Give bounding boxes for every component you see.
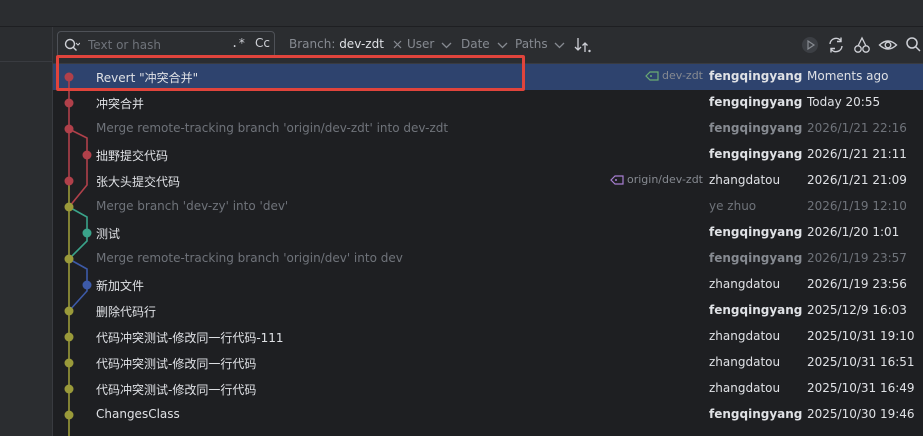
- branch-ref-label: dev-zdt: [645, 69, 703, 82]
- tag-icon: [610, 175, 624, 185]
- user-filter[interactable]: User: [407, 37, 452, 51]
- chevron-down-icon: [497, 42, 507, 48]
- log-toolbar: .* Cc Branch: dev-zdt User Date Paths: [53, 27, 923, 64]
- commit-subject: 拙野提交代码: [96, 149, 169, 163]
- top-strip: [0, 0, 923, 27]
- commit-subject: 张大头提交代码: [96, 175, 181, 189]
- date-filter[interactable]: Date: [461, 37, 508, 51]
- match-case-toggle[interactable]: Cc: [255, 36, 270, 50]
- commit-date: 2026/1/19 12:10: [807, 199, 907, 213]
- commit-date: 2026/1/21 22:16: [807, 121, 907, 135]
- commit-author: zhangdatou: [709, 381, 781, 395]
- eye-icon[interactable]: [878, 35, 898, 55]
- branch-ref-text: origin/dev-zdt: [626, 173, 703, 186]
- commit-date: 2025/10/31 19:10: [807, 329, 915, 343]
- commit-author: zhangdatou: [709, 329, 781, 343]
- commit-author: fengqingyang: [709, 121, 803, 135]
- commit-author: fengqingyang: [709, 147, 803, 161]
- commit-author: fengqingyang: [709, 225, 803, 239]
- commit-date: 2026/1/21 21:09: [807, 173, 907, 187]
- commit-subject: Merge remote-tracking branch 'origin/dev…: [96, 121, 449, 135]
- commit-row[interactable]: 新加文件 zhangdatou 2026/1/19 23:56: [53, 272, 923, 298]
- paths-filter[interactable]: Paths: [515, 37, 565, 51]
- commit-row[interactable]: Revert "冲突合并" dev-zdt fengqingyang Moments …: [53, 64, 923, 90]
- commit-author: fengqingyang: [709, 407, 803, 421]
- commit-subject: 测试: [96, 227, 121, 241]
- play-icon[interactable]: [800, 35, 820, 55]
- commit-date: 2026/1/20 1:01: [807, 225, 900, 239]
- commit-row[interactable]: Merge remote-tracking branch 'origin/dev…: [53, 116, 923, 142]
- branch-ref-label: origin/dev-zdt: [610, 173, 703, 186]
- commit-author: zhangdatou: [709, 173, 781, 187]
- commit-subject: 代码冲突测试-修改同一行代码-111: [96, 331, 284, 345]
- sort-icon[interactable]: [573, 35, 593, 55]
- chevron-down-icon: [441, 42, 452, 48]
- branch-filter[interactable]: Branch: dev-zdt: [289, 37, 402, 51]
- cherry-pick-icon[interactable]: [852, 35, 872, 55]
- commit-row[interactable]: 代码冲突测试-修改同一行代码 zhangdatou 2025/10/31 16:51: [53, 350, 923, 376]
- chevron-down-icon: [554, 42, 565, 48]
- commit-author: fengqingyang: [709, 69, 803, 83]
- commit-date: 2025/12/9 16:03: [807, 303, 907, 317]
- left-panel: [0, 27, 53, 436]
- commit-date: 2025/10/30 19:46: [807, 407, 915, 421]
- commit-subject: Merge branch 'dev-zy' into 'dev': [96, 199, 289, 213]
- commit-row[interactable]: Merge remote-tracking branch 'origin/dev…: [53, 246, 923, 272]
- search-box[interactable]: .* Cc: [57, 31, 275, 58]
- commit-subject: Revert "冲突合并": [96, 71, 199, 85]
- commit-row[interactable]: 删除代码行 fengqingyang 2025/12/9 16:03: [53, 298, 923, 324]
- commit-subject: 代码冲突测试-修改同一行代码: [96, 383, 257, 397]
- commit-date: Today 20:55: [807, 95, 881, 109]
- commit-author: zhangdatou: [709, 277, 781, 291]
- commit-author: fengqingyang: [709, 303, 803, 317]
- commit-author: ye zhuo: [709, 199, 757, 213]
- commit-date: Moments ago: [807, 69, 889, 83]
- commit-subject: 新加文件: [96, 279, 145, 293]
- date-filter-label: Date: [461, 37, 490, 51]
- commit-date: 2026/1/21 21:11: [807, 147, 907, 161]
- commit-date: 2026/1/19 23:56: [807, 277, 907, 291]
- commit-author: fengqingyang: [709, 251, 803, 265]
- regex-toggle[interactable]: .*: [231, 36, 245, 50]
- commit-subject: 删除代码行: [96, 305, 157, 319]
- commit-subject: 代码冲突测试-修改同一行代码: [96, 357, 257, 371]
- commit-author: zhangdatou: [709, 355, 781, 369]
- left-panel-divider: [0, 61, 52, 62]
- search-input[interactable]: [88, 36, 218, 54]
- commit-row[interactable]: 测试 fengqingyang 2026/1/20 1:01: [53, 220, 923, 246]
- commit-subject: 冲突合并: [96, 97, 145, 111]
- commit-date: 2026/1/19 23:57: [807, 251, 907, 265]
- commit-row[interactable]: 拙野提交代码 fengqingyang 2026/1/21 21:11: [53, 142, 923, 168]
- branch-filter-label: Branch:: [289, 37, 340, 51]
- user-filter-label: User: [407, 37, 435, 51]
- commit-row[interactable]: 代码冲突测试-修改同一行代码 zhangdatou 2025/10/31 16:49: [53, 376, 923, 402]
- commit-date: 2025/10/31 16:49: [807, 381, 915, 395]
- paths-filter-label: Paths: [515, 37, 548, 51]
- commit-list: Revert "冲突合并" dev-zdt fengqingyang Moments …: [53, 64, 923, 436]
- commit-author: fengqingyang: [709, 95, 803, 109]
- commit-row[interactable]: ChangesClass fengqingyang 2025/10/30 19:46: [53, 402, 923, 428]
- search-icon[interactable]: [64, 38, 80, 52]
- search-icon[interactable]: [904, 35, 923, 55]
- clear-filter-icon[interactable]: [393, 40, 402, 49]
- refresh-icon[interactable]: [826, 35, 846, 55]
- tag-icon: [645, 71, 659, 81]
- commit-date: 2025/10/31 16:51: [807, 355, 915, 369]
- branch-ref-text: dev-zdt: [661, 69, 703, 82]
- commit-subject: ChangesClass: [96, 407, 180, 421]
- commit-subject: Merge remote-tracking branch 'origin/dev…: [96, 251, 403, 265]
- commit-row[interactable]: 冲突合并 fengqingyang Today 20:55: [53, 90, 923, 116]
- commit-row[interactable]: 张大头提交代码 origin/dev-zdt zhangdatou 2026/1/21…: [53, 168, 923, 194]
- commit-row[interactable]: Merge branch 'dev-zy' into 'dev' ye zhuo 2…: [53, 194, 923, 220]
- commit-row[interactable]: 代码冲突测试-修改同一行代码-111 zhangdatou 2025/10/31 1…: [53, 324, 923, 350]
- branch-filter-value: dev-zdt: [339, 37, 384, 51]
